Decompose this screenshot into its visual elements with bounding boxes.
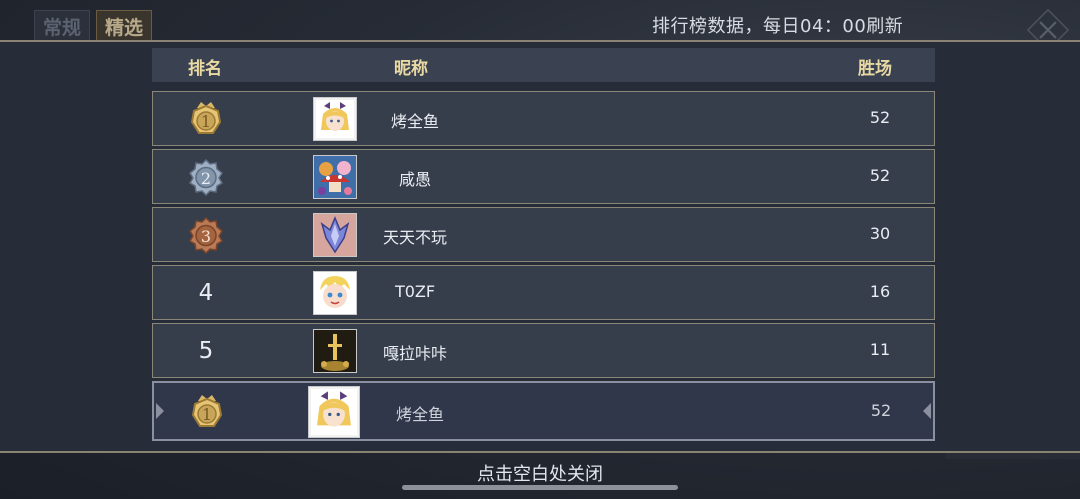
rank-cell: 5 (187, 333, 225, 369)
player-wins: 52 (869, 108, 891, 127)
leaderboard-row[interactable]: 5 嘎拉咔咔 11 (152, 323, 935, 378)
notch-left-icon (156, 403, 164, 419)
player-name: 烤全鱼 (395, 405, 444, 424)
leaderboard-header: 排名 昵称 胜场 (152, 48, 935, 82)
notch-right-icon (923, 403, 931, 419)
leaderboard-row[interactable]: 2 咸愚 52 (152, 149, 935, 204)
player-wins: 30 (869, 224, 891, 243)
player-name: 嘎拉咔咔 (382, 344, 447, 363)
leaderboard-row[interactable]: 3 天天不玩 30 (152, 207, 935, 262)
player-wins: 52 (870, 401, 892, 420)
rank-number: 4 (198, 280, 214, 306)
rank-cell: 1 (188, 394, 226, 430)
player-name: T0ZF (394, 282, 436, 301)
home-indicator[interactable] (402, 485, 678, 490)
leaderboard-panel: 排名 昵称 胜场 1 烤全鱼 52 2 咸愚 52 3 天天不玩 30 4 T0… (0, 40, 1080, 453)
crystal-icon (314, 214, 356, 256)
header-name: 昵称 (394, 59, 428, 79)
blonde-girl-icon (311, 389, 357, 435)
crystal-avatar[interactable] (313, 213, 357, 257)
leaderboard-row[interactable]: 1 烤全鱼 52 (152, 91, 935, 146)
player-name: 天天不玩 (382, 228, 447, 247)
blonde-boy-icon (314, 272, 356, 314)
leaderboard-row[interactable]: 4 T0ZF 16 (152, 265, 935, 320)
bronze-medal-icon: 3 (188, 216, 224, 254)
blonde-girl-avatar[interactable] (313, 97, 357, 141)
tab-regular[interactable]: 常规 (34, 10, 91, 44)
close-hint[interactable]: 点击空白处关闭 (0, 460, 1080, 486)
gold-medal-icon: 1 (191, 395, 223, 427)
refresh-note: 排行榜数据，每日04：00刷新 (652, 16, 904, 37)
rank-cell: 1 (187, 101, 225, 137)
player-wins: 16 (869, 282, 891, 301)
tab-featured[interactable]: 精选 (96, 10, 153, 44)
gold-medal-icon: 1 (190, 102, 222, 134)
golden-sword-avatar[interactable] (313, 329, 357, 373)
mushroom-group-avatar[interactable] (313, 155, 357, 199)
player-wins: 11 (869, 340, 891, 359)
svg-text:3: 3 (201, 227, 211, 246)
mushroom-group-icon (314, 156, 356, 198)
my-rank-row[interactable]: 1 烤全鱼 52 (152, 381, 935, 441)
leaderboard: 排名 昵称 胜场 1 烤全鱼 52 2 咸愚 52 3 天天不玩 30 4 T0… (152, 42, 935, 451)
blonde-girl-avatar[interactable] (308, 386, 360, 438)
svg-text:1: 1 (201, 112, 211, 131)
rank-number: 5 (198, 338, 214, 364)
blonde-girl-icon (316, 100, 354, 138)
golden-sword-icon (314, 330, 356, 372)
player-name: 咸愚 (398, 170, 431, 189)
top-tabs: 常规 精选 (34, 10, 153, 44)
svg-text:2: 2 (201, 169, 211, 188)
header-rank: 排名 (188, 59, 222, 79)
rank-cell: 4 (187, 275, 225, 311)
header-wins: 胜场 (858, 59, 892, 79)
player-name: 烤全鱼 (390, 112, 439, 131)
player-wins: 52 (869, 166, 891, 185)
svg-text:1: 1 (202, 405, 212, 424)
silver-medal-icon: 2 (188, 158, 224, 196)
rank-cell: 2 (187, 158, 225, 196)
blonde-boy-avatar[interactable] (313, 271, 357, 315)
rank-cell: 3 (187, 216, 225, 254)
